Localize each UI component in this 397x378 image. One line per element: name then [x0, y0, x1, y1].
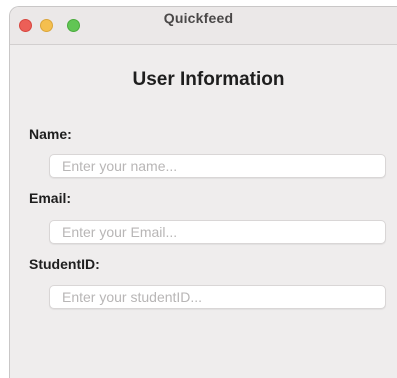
name-label: Name: — [29, 126, 72, 142]
studentid-input[interactable] — [49, 285, 386, 309]
app-window: User Information Name: Email: StudentID: — [9, 6, 397, 378]
email-label: Email: — [29, 190, 72, 206]
email-input[interactable] — [49, 220, 386, 244]
studentid-label: StudentID: — [29, 256, 100, 272]
form-panel: User Information Name: Email: StudentID: — [10, 45, 397, 378]
form-heading: User Information — [132, 69, 285, 90]
name-input[interactable] — [49, 154, 386, 178]
window-title: Quickfeed — [163, 10, 234, 26]
